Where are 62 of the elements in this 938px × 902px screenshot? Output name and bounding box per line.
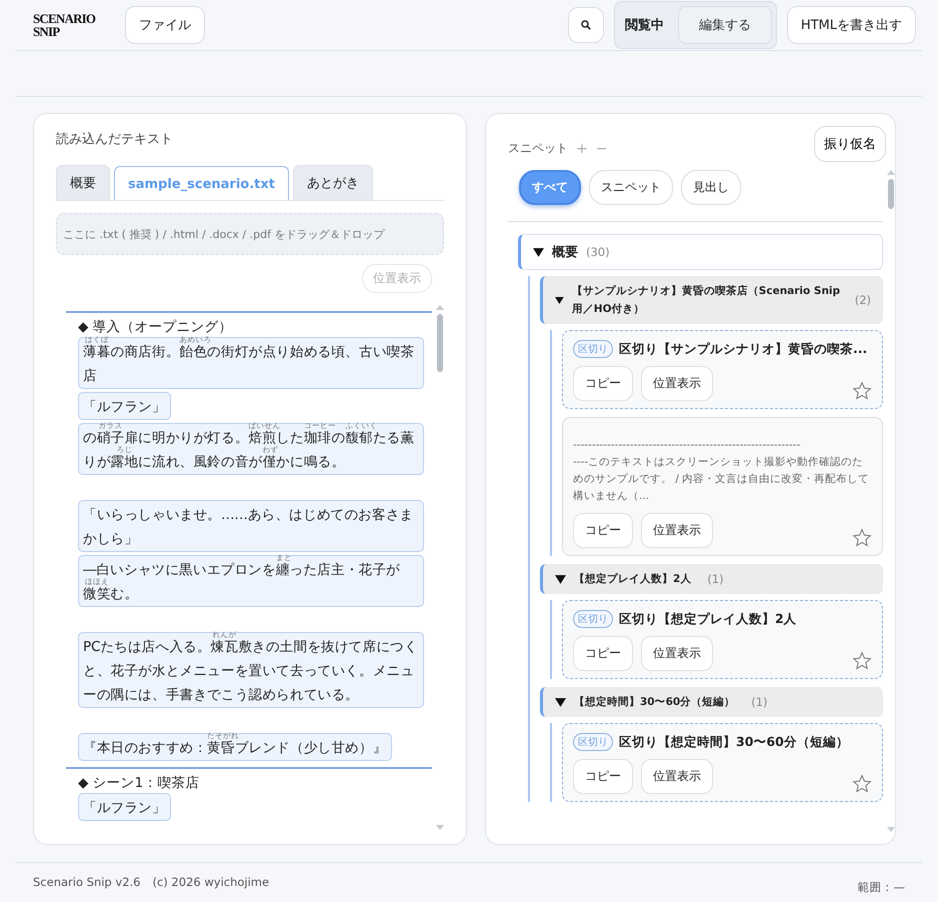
snippet-text: ------------------------------------------------------------ ----このテキストはスクリーンショット撮影や動作確認のためのサンプルです。 / 内容・文言は自由に改変・再配布して構いません（... [573, 438, 870, 504]
scrollbar[interactable] [887, 170, 895, 832]
panel-title: スニペット [508, 140, 568, 157]
group-label: 概要 [552, 244, 578, 261]
item-count: (1) [707, 572, 724, 586]
furigana-button[interactable]: 振り仮名 [814, 126, 886, 162]
subgroup-header[interactable]: 【サンプルシナリオ】黄昏の喫茶店（Scenario Snip 用／HO付き） (2) [540, 276, 883, 324]
expanded-triangle-icon[interactable] [555, 574, 566, 584]
file-tab[interactable]: 概要 [56, 165, 110, 200]
copy-button[interactable]: コピー [573, 513, 633, 548]
expanded-triangle-icon[interactable] [555, 294, 564, 306]
group-header[interactable]: 概要 (30) [518, 234, 883, 270]
snippet-card[interactable]: ------------------------------------------------------------ ----このテキストはスクリーンショット撮影や動作確認のためのサンプルです。 / 内容・文言は自由に改変・再配布して構いません（... コピー 位置表示 [562, 417, 883, 556]
search-button[interactable] [568, 7, 604, 43]
locate-button[interactable]: 位置表示 [641, 636, 713, 671]
mode-option[interactable]: 編集する [678, 6, 772, 44]
snippet-title: 区切り【想定時間】30〜60分（短編） [619, 734, 849, 750]
text-block[interactable]: 「ルフラン」 [78, 793, 171, 821]
divider-tag: 区切り [573, 733, 613, 751]
locate-button[interactable]: 位置表示 [641, 366, 713, 401]
locate-button[interactable]: 位置表示 [641, 759, 713, 794]
group-label: 【想定時間】30〜60分（短編） [574, 694, 736, 710]
snippet-title: 区切り【サンプルシナリオ】黄昏の喫茶... [619, 340, 868, 358]
text-block[interactable]: 「いらっしゃいませ。……あら、はじめてのお客さまかしら」 [78, 500, 424, 552]
filter-chip[interactable]: 見出し [681, 170, 741, 205]
star-icon[interactable] [852, 774, 872, 794]
text-block[interactable]: 「ルフラン」 [78, 392, 171, 420]
scrollbar[interactable] [436, 305, 444, 830]
range-text: 範囲：— [858, 880, 905, 895]
expanded-triangle-icon[interactable] [533, 246, 544, 258]
group-label: 【想定プレイ人数】2人 [574, 572, 692, 587]
star-icon[interactable] [852, 651, 872, 671]
subgroup-header[interactable]: 【想定プレイ人数】2人 (1) [540, 564, 883, 594]
drop-zone[interactable]: ここに .txt ( 推奨 ) / .html / .docx / .pdf をドラッグ＆ドロップ [56, 213, 444, 255]
subgroup-header[interactable]: 【想定時間】30〜60分（短編） (1) [540, 687, 883, 717]
copy-button[interactable]: コピー [573, 366, 633, 401]
locate-button[interactable]: 位置表示 [641, 513, 713, 548]
snippet-title: 区切り【想定プレイ人数】2人 [619, 610, 797, 628]
copy-button[interactable]: コピー [573, 636, 633, 671]
group-label: 【サンプルシナリオ】黄昏の喫茶店（Scenario Snip 用／HO付き） [572, 284, 842, 317]
mode-option[interactable]: 閲覧中 [618, 7, 670, 43]
item-count: (2) [854, 293, 871, 307]
file-button[interactable]: ファイル [125, 6, 205, 44]
search-icon [580, 20, 591, 30]
version-text: Scenario Snip v2.6 [33, 875, 140, 891]
item-count: (30) [586, 245, 610, 259]
export-html-button[interactable]: HTMLを書き出す [786, 6, 916, 44]
expanded-triangle-icon[interactable] [555, 696, 566, 708]
file-tab[interactable]: あとがき [292, 165, 373, 200]
snippet-card[interactable]: 区切り 区切り【サンプルシナリオ】黄昏の喫茶... コピー 位置表示 [562, 330, 883, 409]
item-count: (1) [751, 695, 768, 709]
panel-title: 読み込んだテキスト [56, 131, 174, 148]
logo: SCENARIO SNIP [33, 12, 96, 38]
divider-tag: 区切り [573, 340, 613, 358]
snippet-card[interactable]: 区切り 区切り【想定プレイ人数】2人 コピー 位置表示 [562, 600, 883, 679]
divider-tag: 区切り [573, 610, 613, 628]
copy-button[interactable]: コピー [573, 759, 633, 794]
star-icon[interactable] [852, 528, 872, 548]
copyright-text: (c) 2026 wyichojime [152, 875, 270, 891]
star-icon[interactable] [852, 381, 872, 401]
filter-chip[interactable]: スニペット [589, 170, 673, 205]
snippet-card[interactable]: 区切り 区切り【想定時間】30〜60分（短編） コピー 位置表示 [562, 723, 883, 802]
